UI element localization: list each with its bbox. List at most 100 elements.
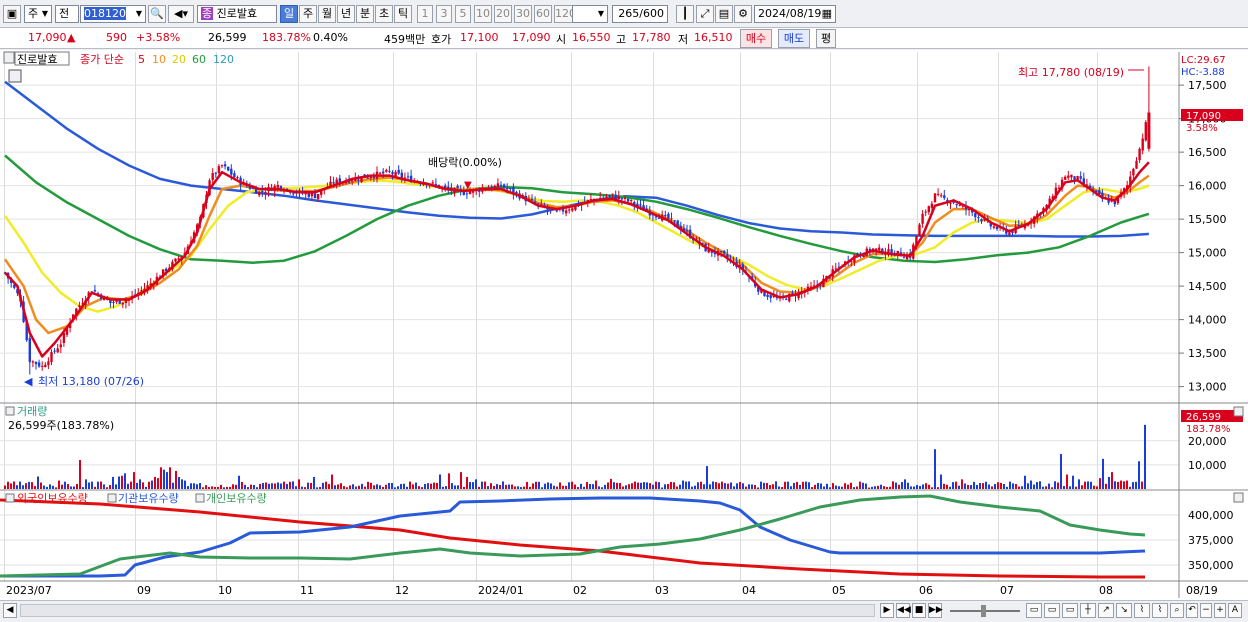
scroll-right-icon[interactable]: ▶	[880, 603, 894, 618]
interval-button-3[interactable]: 3	[436, 5, 452, 23]
period-button-5[interactable]: 초	[375, 5, 393, 23]
tool-icon[interactable]: ↗	[1098, 603, 1114, 618]
period-type-select[interactable]: 전	[55, 5, 79, 23]
candle-body	[493, 185, 496, 188]
candle-body	[940, 195, 943, 197]
stock-name-field[interactable]: 종 진로발효	[197, 5, 277, 23]
tool3-icon[interactable]: ⌇	[1134, 603, 1150, 618]
speaker-icon[interactable]: ◀▾	[168, 5, 194, 23]
tool4-icon[interactable]: ⌇	[1152, 603, 1168, 618]
sell-button[interactable]: 매도	[778, 29, 810, 48]
period-button-1[interactable]: 주	[299, 5, 317, 23]
table-icon[interactable]	[8, 69, 22, 83]
volume-bar	[358, 485, 360, 489]
rewind-icon[interactable]: ◀◀	[896, 603, 911, 618]
period-button-6[interactable]: 틱	[394, 5, 412, 23]
fast-forward-icon[interactable]: ▶▶	[928, 603, 943, 618]
stop-icon[interactable]: ■	[912, 603, 926, 618]
volume-bar	[385, 484, 387, 489]
interval-button-60[interactable]: 60	[534, 5, 552, 23]
save-icon[interactable]: ▤	[715, 5, 733, 23]
gear-icon[interactable]: ⚙	[734, 5, 752, 23]
tool2-icon[interactable]: ↘	[1116, 603, 1132, 618]
volume-bar	[526, 481, 528, 489]
layout2-icon[interactable]: ▭	[1044, 603, 1060, 618]
scroll-left-icon[interactable]: ◀	[3, 603, 17, 618]
interval-select[interactable]: ▼	[572, 5, 608, 23]
candle-body	[357, 179, 360, 181]
volume-bar	[361, 483, 363, 489]
search-icon[interactable]: ⌕	[1170, 603, 1184, 618]
legend-toggle-icon[interactable]	[107, 493, 117, 503]
volume-bar	[463, 486, 465, 489]
panel-close-icon[interactable]	[1233, 406, 1244, 417]
interval-button-20[interactable]: 20	[494, 5, 512, 23]
period-button-0[interactable]: 일	[280, 5, 298, 23]
volume-bar	[1066, 474, 1068, 489]
volume-bar	[373, 485, 375, 489]
volume-bar	[949, 486, 951, 489]
layout-icon[interactable]: ▭	[1026, 603, 1042, 618]
volume-bar	[544, 483, 546, 489]
name-badge: 종	[201, 7, 214, 20]
volume-bar	[982, 483, 984, 489]
auto-icon[interactable]: A	[1228, 603, 1242, 618]
scrollbar-track[interactable]	[20, 604, 875, 617]
date-input[interactable]: 2024/08/19 ▦	[754, 5, 836, 23]
candle-body	[924, 211, 927, 213]
volume-bar	[1069, 486, 1071, 489]
volume-bar	[508, 484, 510, 489]
volume-bar	[706, 466, 708, 489]
volume-bar	[1033, 484, 1035, 489]
zoom-out-icon[interactable]: −	[1200, 603, 1212, 618]
interval-button-30[interactable]: 30	[514, 5, 532, 23]
legend-toggle-icon[interactable]	[195, 493, 205, 503]
legend-ma20: 20	[172, 53, 186, 66]
volume-bar	[628, 484, 630, 489]
legend-toggle-icon[interactable]	[3, 51, 15, 64]
volume-bar	[106, 487, 108, 489]
volume-bar	[937, 487, 939, 489]
volume-bar	[1018, 486, 1020, 489]
volume-bar	[835, 485, 837, 489]
interval-button-1[interactable]: 1	[417, 5, 433, 23]
window-icon[interactable]: ▣	[3, 5, 21, 23]
period-button-3[interactable]: 년	[337, 5, 355, 23]
interval-button-10[interactable]: 10	[474, 5, 492, 23]
volume-bar	[877, 485, 879, 489]
market-select[interactable]: 주 ▼	[24, 5, 52, 23]
candle-icon[interactable]: ┃	[676, 5, 694, 23]
interval-button-5[interactable]: 5	[455, 5, 471, 23]
volume-bar	[652, 484, 654, 489]
legend-toggle-icon[interactable]	[5, 406, 15, 416]
candle-body	[264, 192, 267, 194]
volume-bar	[517, 486, 519, 489]
legend-ma-title: 종가 단순	[80, 53, 124, 66]
panel-close-icon[interactable]	[1233, 492, 1244, 503]
volume-bar	[292, 481, 294, 489]
layout3-icon[interactable]: ▭	[1062, 603, 1078, 618]
draw-icon[interactable]: ⤢	[696, 5, 714, 23]
zoom-slider-handle[interactable]	[981, 605, 986, 617]
count-field[interactable]: 265/600	[612, 5, 668, 23]
volume-bar	[841, 486, 843, 489]
ask-label: 호가	[431, 33, 452, 46]
code-input[interactable]: 018120 ▼	[80, 5, 146, 23]
dividend-annotation: 배당락(0.00%)	[428, 156, 502, 169]
period-button-4[interactable]: 분	[356, 5, 374, 23]
undo-icon[interactable]: ↶	[1186, 603, 1198, 618]
period-button-2[interactable]: 월	[318, 5, 336, 23]
zoom-in-icon[interactable]: +	[1214, 603, 1226, 618]
volume-bar	[898, 484, 900, 489]
volume-bar	[607, 482, 609, 489]
avg-button[interactable]: 평	[816, 29, 836, 48]
volume-bar	[844, 483, 846, 489]
volume-bar	[274, 483, 276, 489]
crosshair-icon[interactable]: ┼	[1080, 603, 1096, 618]
volume-bar	[490, 483, 492, 489]
volume-bar	[493, 485, 495, 489]
candle-body	[530, 199, 534, 201]
search-icon[interactable]: 🔍	[148, 5, 166, 23]
legend-toggle-icon[interactable]	[5, 493, 15, 503]
buy-button[interactable]: 매수	[740, 29, 772, 48]
